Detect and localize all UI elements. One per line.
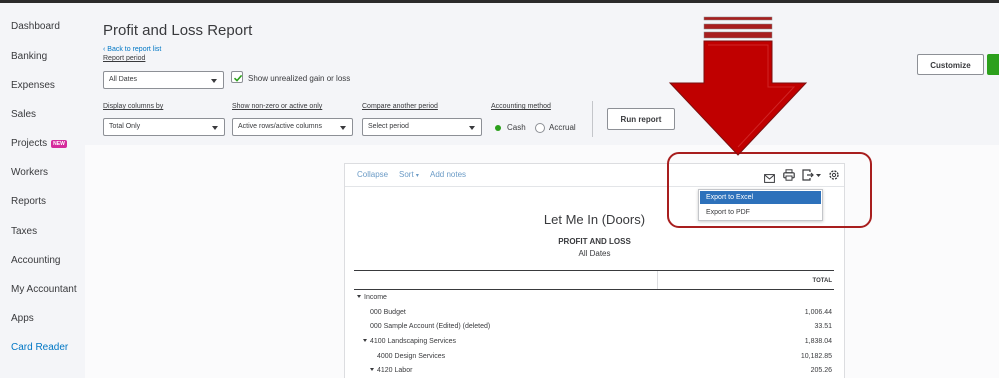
display-columns-label: Display columns by xyxy=(103,103,164,110)
sidebar-item-apps[interactable]: Apps xyxy=(11,313,34,324)
accounting-method-label: Accounting method xyxy=(491,103,551,110)
caret-down-icon xyxy=(469,126,475,130)
sidebar-item-label: Projects xyxy=(11,138,48,149)
caret-down-icon xyxy=(211,79,217,83)
run-report-button[interactable]: Run report xyxy=(607,108,675,130)
row-value[interactable]: 1,006.44 xyxy=(752,309,832,316)
report-period-value: All Dates xyxy=(109,76,138,83)
save-customization-button[interactable] xyxy=(987,54,999,75)
sidebar-item-card-reader[interactable]: Card Reader xyxy=(11,342,68,353)
non-zero-label: Show non-zero or active only xyxy=(232,103,323,110)
column-header-rule xyxy=(354,289,834,290)
customize-button[interactable]: Customize xyxy=(917,54,984,75)
column-divider xyxy=(657,271,658,290)
display-columns-value: Total Only xyxy=(109,123,141,130)
sidebar-item-my-accountant[interactable]: My Accountant xyxy=(11,284,77,295)
collapse-triangle-icon xyxy=(357,295,361,298)
sidebar: Dashboard Banking Expenses Sales Project… xyxy=(0,3,85,378)
report-title: PROFIT AND LOSS xyxy=(558,237,631,246)
table-row[interactable]: 4100 Landscaping Services xyxy=(363,338,456,345)
cash-label: Cash xyxy=(507,123,526,132)
checkmark-icon xyxy=(233,74,243,82)
table-row: 000 Sample Account (Edited) (deleted) xyxy=(370,323,491,330)
non-zero-value: Active rows/active columns xyxy=(238,123,323,130)
caret-down-icon xyxy=(340,126,346,130)
display-columns-select[interactable]: Total Only xyxy=(103,118,225,136)
sidebar-item-banking[interactable]: Banking xyxy=(11,51,47,62)
sidebar-item-dashboard[interactable]: Dashboard xyxy=(11,21,60,32)
compare-period-select[interactable]: Select period xyxy=(362,118,482,136)
row-value[interactable]: 33.51 xyxy=(752,323,832,330)
non-zero-select[interactable]: Active rows/active columns xyxy=(232,118,353,136)
annotation-highlight-box xyxy=(667,152,872,228)
row-label: Income xyxy=(364,294,387,301)
report-period-select[interactable]: All Dates xyxy=(103,71,224,89)
sidebar-item-projects[interactable]: Projects NEW xyxy=(11,138,67,149)
collapse-triangle-icon xyxy=(370,368,374,371)
unrealized-gain-label: Show unrealized gain or loss xyxy=(248,74,351,83)
table-row: 000 Budget xyxy=(370,309,406,316)
row-value[interactable]: 205.26 xyxy=(752,367,832,374)
caret-down-icon: ▾ xyxy=(415,173,419,179)
report-period-label: Report period xyxy=(103,55,146,62)
compare-period-value: Select period xyxy=(368,123,409,130)
sidebar-item-sales[interactable]: Sales xyxy=(11,109,36,120)
page-title: Profit and Loss Report xyxy=(103,22,253,39)
sidebar-item-taxes[interactable]: Taxes xyxy=(11,226,37,237)
table-row[interactable]: 4120 Labor xyxy=(370,367,412,374)
table-row: 4000 Design Services xyxy=(377,353,446,360)
sort-label: Sort xyxy=(399,170,414,179)
row-value[interactable]: 10,182.85 xyxy=(752,353,832,360)
add-notes-link[interactable]: Add notes xyxy=(430,170,466,179)
back-to-report-list-link[interactable]: ‹ Back to report list xyxy=(103,46,161,53)
cash-radio[interactable] xyxy=(495,125,501,131)
table-row[interactable]: Income xyxy=(357,294,387,301)
sort-dropdown[interactable]: Sort ▾ xyxy=(399,170,419,179)
header-rule xyxy=(354,270,834,271)
report-date-range: All Dates xyxy=(578,249,611,258)
sidebar-item-accounting[interactable]: Accounting xyxy=(11,255,60,266)
row-value[interactable]: 1,838.04 xyxy=(752,338,832,345)
collapse-triangle-icon xyxy=(363,339,367,342)
divider xyxy=(592,101,593,137)
sidebar-item-workers[interactable]: Workers xyxy=(11,167,48,178)
total-column-header: TOTAL xyxy=(812,278,832,284)
row-label: 4120 Labor xyxy=(377,367,413,374)
row-label: 4100 Landscaping Services xyxy=(370,338,457,345)
sidebar-item-reports[interactable]: Reports xyxy=(11,196,46,207)
collapse-link[interactable]: Collapse xyxy=(357,170,388,179)
sidebar-item-expenses[interactable]: Expenses xyxy=(11,80,55,91)
new-badge: NEW xyxy=(51,140,67,148)
accrual-radio[interactable] xyxy=(535,123,545,133)
back-link-label: Back to report list xyxy=(107,46,162,53)
compare-period-label: Compare another period xyxy=(362,103,438,110)
annotation-arrow-icon xyxy=(668,16,808,156)
accrual-label: Accrual xyxy=(549,123,576,132)
caret-down-icon xyxy=(212,126,218,130)
unrealized-gain-checkbox[interactable] xyxy=(231,71,243,83)
